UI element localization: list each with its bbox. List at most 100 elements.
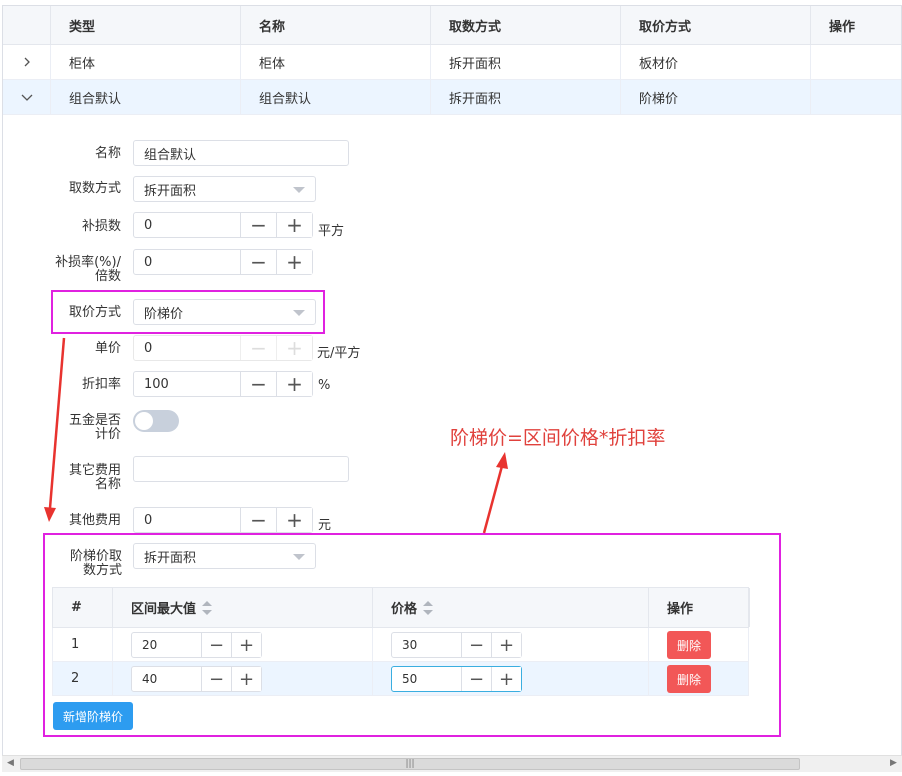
unit-price-stepper[interactable]: 0 − + [133,335,313,361]
plus-icon[interactable]: + [491,667,521,691]
minus-icon[interactable]: − [461,667,491,691]
plus-icon[interactable]: + [276,372,312,396]
cell-type: 柜体 [51,45,241,79]
tier-max-stepper[interactable]: 40 − + [131,666,262,692]
chevron-down-icon [21,94,32,101]
header-price-method[interactable]: 取价方式 [621,6,811,44]
sort-icon[interactable] [202,600,213,615]
delete-button[interactable]: 删除 [667,631,711,659]
scrollbar-thumb[interactable]: ||| [20,758,800,770]
loss-rate-value[interactable]: 0 [144,250,152,274]
tier-price-stepper[interactable]: 50 − + [391,666,522,692]
caret-down-icon [293,187,305,193]
cell-quantity-method: 拆开面积 [431,45,621,79]
tier-max-stepper[interactable]: 20 − + [131,632,262,658]
other-fee-name-label-2: 名称 [94,477,121,492]
plus-icon[interactable]: + [231,633,261,657]
quantity-method-select[interactable]: 拆开面积 [133,176,316,202]
tier-price-stepper[interactable]: 30 − + [391,632,522,658]
table-row[interactable]: 组合默认 组合默认 拆开面积 阶梯价 [3,80,901,115]
tier-header-price[interactable]: 价格 [373,588,649,627]
name-input[interactable]: 组合默认 [133,140,349,166]
header-name[interactable]: 名称 [241,6,431,44]
unit-price-unit: 元/平方 [317,346,361,361]
tier-quantity-select[interactable]: 拆开面积 [133,543,316,569]
tier-price-value[interactable]: 50 [402,667,417,691]
hardware-toggle[interactable] [133,410,179,432]
table-row[interactable]: 柜体 柜体 拆开面积 板材价 [3,45,901,80]
tier-table-header: # 区间最大值 价格 操作 [52,587,750,628]
plus-icon[interactable]: + [231,667,261,691]
horizontal-scrollbar[interactable]: ◀ ||| ▶ [2,755,902,772]
quantity-method-label: 取数方式 [68,181,121,196]
minus-icon[interactable]: − [240,213,276,237]
other-fee-unit: 元 [318,518,332,533]
quantity-method-value: 拆开面积 [144,183,197,199]
price-method-select[interactable]: 阶梯价 [133,299,316,325]
tier-row: 1 20 − + 30 − + 删除 [52,628,749,662]
loss-stepper[interactable]: 0 − + [133,212,313,238]
minus-icon[interactable]: − [201,667,231,691]
price-method-label: 取价方式 [68,305,121,320]
discount-value[interactable]: 100 [144,372,169,396]
table-header: 类型 名称 取数方式 取价方式 操作 [3,6,901,45]
tier-max-value[interactable]: 20 [142,633,157,657]
toggle-knob [135,412,153,430]
scroll-left-icon[interactable]: ◀ [7,758,14,768]
minus-icon[interactable]: − [240,508,276,532]
cell-name: 柜体 [241,45,431,79]
cell-op [811,45,901,79]
minus-icon[interactable]: − [240,336,276,360]
minus-icon[interactable]: − [240,250,276,274]
tier-header-index: # [53,588,113,627]
other-fee-label: 其他费用 [68,513,121,528]
minus-icon[interactable]: − [240,372,276,396]
loss-rate-stepper[interactable]: 0 − + [133,249,313,275]
cell-name: 组合默认 [241,80,431,114]
cell-type: 组合默认 [51,80,241,114]
plus-icon[interactable]: + [491,633,521,657]
sort-icon[interactable] [423,600,434,615]
cell-price-method: 阶梯价 [621,80,811,114]
tier-header-price-label: 价格 [391,602,418,617]
plus-icon[interactable]: + [276,213,312,237]
cell-op [811,80,901,114]
expand-toggle[interactable] [3,45,51,79]
annotation-text: 阶梯价=区间价格*折扣率 [450,427,666,449]
header-quantity-method[interactable]: 取数方式 [431,6,621,44]
other-fee-stepper[interactable]: 0 − + [133,507,313,533]
plus-icon[interactable]: + [276,250,312,274]
header-op: 操作 [811,6,901,44]
delete-button[interactable]: 删除 [667,665,711,693]
add-tier-button[interactable]: 新增阶梯价 [53,702,133,730]
hardware-label-1: 五金是否 [68,413,121,428]
unit-price-label: 单价 [94,341,121,356]
unit-price-value[interactable]: 0 [144,336,152,360]
scroll-right-icon[interactable]: ▶ [890,758,897,768]
tier-price-value[interactable]: 30 [402,633,417,657]
plus-icon[interactable]: + [276,508,312,532]
loss-unit: 平方 [318,224,345,239]
loss-value[interactable]: 0 [144,213,152,237]
discount-label: 折扣率 [81,377,121,392]
tier-header-max[interactable]: 区间最大值 [113,588,373,627]
tier-quantity-label-2: 数方式 [82,563,122,578]
other-fee-value[interactable]: 0 [144,508,152,532]
tier-max-value[interactable]: 40 [142,667,157,691]
tier-row: 2 40 − + 50 − + 删除 [52,662,749,696]
tier-header-max-label: 区间最大值 [131,602,197,617]
loss-rate-label-1: 补损率(%)/ [55,255,121,270]
plus-icon[interactable]: + [276,336,312,360]
caret-down-icon [293,554,305,560]
loss-rate-label-2: 倍数 [94,269,121,284]
other-fee-name-input[interactable] [133,456,349,482]
minus-icon[interactable]: − [201,633,231,657]
discount-stepper[interactable]: 100 − + [133,371,313,397]
expand-toggle[interactable] [3,80,51,114]
loss-label: 补损数 [81,219,121,234]
cell-price-method: 板材价 [621,45,811,79]
chevron-right-icon [24,57,30,67]
header-type[interactable]: 类型 [51,6,241,44]
price-method-value: 阶梯价 [144,306,184,322]
minus-icon[interactable]: − [461,633,491,657]
